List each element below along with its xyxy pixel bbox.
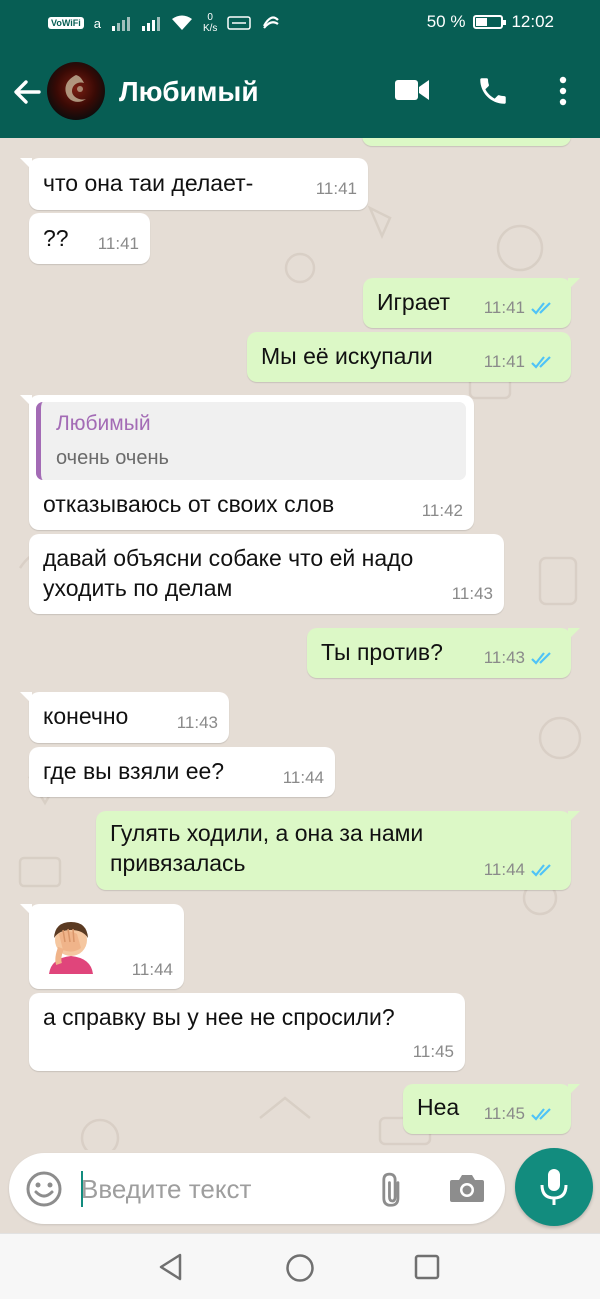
message-partial (362, 138, 571, 146)
message-outgoing[interactable]: Играет 11:41 (363, 278, 580, 328)
microphone-button[interactable] (515, 1148, 593, 1226)
camera-icon[interactable] (449, 1173, 485, 1203)
network-speed: 0 K/s (203, 12, 217, 34)
message-time: 11:43 (451, 584, 493, 603)
message-time: 11:43 (176, 713, 218, 732)
arrow-left-icon[interactable] (12, 77, 42, 107)
battery-percent: 50 % (426, 12, 466, 31)
message-text: где вы взяли ее? (43, 758, 225, 784)
message-text: Неа (417, 1094, 460, 1120)
message-text: отказываюсь от своих слов (43, 491, 335, 517)
message-time: 11:41 (483, 352, 525, 371)
message-text: а справку вы у нее не спросили? (43, 1004, 395, 1030)
message-text: Мы её искупали (261, 343, 433, 369)
more-vert-icon[interactable] (556, 76, 570, 106)
battery-fill (476, 18, 488, 26)
message-incoming[interactable]: где вы взяли ее? 11:44 (29, 747, 335, 797)
speed-value: 0 (207, 12, 213, 23)
message-text: Играет (377, 289, 451, 315)
message-text-line: давай объясни собаке что ей надо (43, 545, 414, 571)
message-outgoing[interactable]: Ты против? 11:43 (307, 628, 580, 678)
message-text: конечно (43, 703, 129, 729)
status-indicators: VoWiFi a 0 K/s (48, 12, 281, 34)
chat-area[interactable]: что она таи делает- 11:41 ?? 11:41 Играе… (0, 138, 600, 1150)
message-incoming[interactable]: что она таи делает- 11:41 (20, 158, 368, 210)
message-incoming[interactable]: ?? 11:41 (29, 213, 150, 264)
message-text: Ты против? (321, 639, 443, 665)
nav-home-icon[interactable] (285, 1253, 315, 1283)
message-text-line: привязалась (110, 850, 246, 876)
message-time: 11:44 (131, 960, 173, 979)
message-incoming[interactable]: давай объясни собаке что ей надо уходить… (29, 534, 504, 614)
signal-strong-icon (141, 17, 160, 31)
message-time: 11:43 (483, 648, 525, 667)
message-time: 11:45 (483, 1104, 525, 1123)
video-camera-icon[interactable] (394, 78, 430, 102)
message-incoming[interactable]: а справку вы у нее не спросили? 11:45 (29, 993, 465, 1071)
mobile-life-icon (227, 16, 252, 30)
network-suffix: a (93, 15, 101, 31)
message-text-line: Гулять ходили, а она за нами (110, 820, 424, 846)
message-input[interactable] (81, 1167, 371, 1211)
battery-icon (473, 15, 507, 29)
nav-back-icon[interactable] (158, 1253, 184, 1281)
message-time: 11:44 (282, 768, 324, 787)
signal-weak-icon (111, 17, 130, 31)
read-ticks-icon (531, 356, 551, 369)
message-text: ?? (43, 225, 69, 251)
speed-unit: K/s (202, 23, 218, 34)
message-time: 11:45 (412, 1042, 454, 1061)
message-incoming-reply[interactable]: Любимый очень очень отказываюсь от своих… (20, 395, 474, 530)
message-outgoing[interactable]: Неа 11:45 (403, 1084, 580, 1134)
contact-name[interactable]: Любимый (119, 76, 259, 108)
wifi-icon (171, 15, 192, 30)
read-ticks-icon (531, 652, 551, 665)
status-right: 50 % 12:02 (427, 12, 554, 32)
message-outgoing[interactable]: Мы её искупали 11:41 (247, 332, 571, 382)
quoted-message[interactable]: Любимый очень очень (36, 402, 466, 480)
read-ticks-icon (531, 302, 551, 315)
message-time: 11:41 (315, 179, 357, 198)
message-time: 11:44 (483, 860, 525, 879)
read-ticks-icon (531, 864, 551, 877)
paperclip-icon[interactable] (375, 1171, 411, 1207)
dragon-sigil-icon (65, 75, 86, 102)
message-incoming[interactable]: конечно 11:43 (20, 692, 229, 743)
read-ticks-icon (531, 1108, 551, 1121)
smiley-icon[interactable] (25, 1170, 63, 1208)
phone-icon[interactable] (476, 74, 510, 108)
message-time: 11:41 (483, 298, 525, 317)
message-text: что она таи делает- (43, 170, 254, 196)
message-composer (9, 1153, 505, 1224)
message-time: 11:42 (421, 501, 463, 520)
vowifi-badge: VoWiFi (48, 17, 84, 29)
status-bar: VoWiFi a 0 K/s 50 % 12:02 (0, 0, 600, 45)
avatar[interactable] (47, 62, 105, 120)
message-outgoing[interactable]: Гулять ходили, а она за нами привязалась… (96, 811, 580, 890)
facepalm-emoji (49, 922, 93, 974)
message-time: 11:41 (97, 234, 139, 253)
message-text-line: уходить по делам (43, 575, 233, 601)
clock: 12:02 (511, 12, 554, 31)
message-incoming-emoji[interactable]: 11:44 (20, 904, 184, 989)
quote-author: Любимый (56, 412, 151, 435)
system-navigation-bar (0, 1233, 600, 1299)
link-icon (263, 16, 280, 29)
nav-recents-icon[interactable] (414, 1254, 440, 1280)
microphone-icon (540, 1169, 568, 1205)
chat-header: Любимый (0, 45, 600, 138)
quote-text: очень очень (56, 447, 169, 469)
